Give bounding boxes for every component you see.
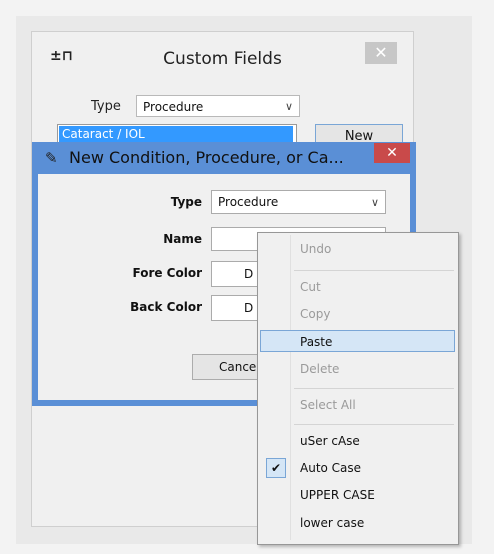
menu-item-label: lower case xyxy=(300,516,365,530)
list-item[interactable]: Cataract / IOL xyxy=(59,126,293,143)
fore-color-label: Fore Color xyxy=(132,266,202,280)
custom-fields-titlebar[interactable]: ±⊓ Custom Fields ✕ xyxy=(32,32,413,84)
dialog-close-button[interactable]: ✕ xyxy=(374,143,410,163)
type-select[interactable]: Procedure ∨ xyxy=(136,95,300,117)
menu-item-label: Copy xyxy=(300,307,331,321)
custom-fields-title: Custom Fields xyxy=(163,49,282,69)
menu-item-label: Delete xyxy=(300,362,340,376)
dialog-titlebar[interactable]: ✎ New Condition, Procedure, or Ca... ✕ xyxy=(32,142,416,174)
menu-item-label: Cut xyxy=(300,280,321,294)
type-select-value: Procedure xyxy=(218,195,279,209)
menu-item-user-case[interactable]: uSer cAse xyxy=(260,430,455,452)
notepad-icon: ✎ xyxy=(45,149,58,167)
chevron-down-icon[interactable]: ∨ xyxy=(285,96,293,118)
type-label: Type xyxy=(91,99,121,114)
menu-item-label: UPPER CASE xyxy=(300,488,375,502)
menu-separator xyxy=(294,270,454,271)
type-label: Type xyxy=(170,195,202,209)
dialog-title: New Condition, Procedure, or Ca... xyxy=(69,148,344,167)
menu-item-lower-case[interactable]: lower case xyxy=(260,512,455,534)
menu-item-paste[interactable]: Paste xyxy=(260,330,455,352)
name-label: Name xyxy=(163,232,202,246)
menu-item-select-all[interactable]: Select All xyxy=(260,394,455,416)
close-button[interactable]: ✕ xyxy=(365,42,397,64)
menu-item-copy[interactable]: Copy xyxy=(260,303,455,325)
context-menu: Undo Cut Copy Paste Delete Select All uS… xyxy=(257,232,459,545)
menu-item-upper-case[interactable]: UPPER CASE xyxy=(260,484,455,506)
menu-item-delete[interactable]: Delete xyxy=(260,358,455,380)
checkmark-icon: ✔ xyxy=(266,458,286,478)
menu-item-label: Auto Case xyxy=(300,461,362,475)
menu-separator xyxy=(294,424,454,425)
type-select[interactable]: Procedure ∨ xyxy=(211,190,386,214)
chevron-down-icon[interactable]: ∨ xyxy=(371,192,379,214)
type-select-value: Procedure xyxy=(143,100,204,114)
menu-item-label: Select All xyxy=(300,398,356,412)
back-color-label: Back Color xyxy=(130,300,202,314)
menu-item-label: Undo xyxy=(300,242,332,256)
menu-item-auto-case[interactable]: ✔ Auto Case xyxy=(260,457,455,479)
menu-item-undo[interactable]: Undo xyxy=(260,238,455,260)
menu-item-cut[interactable]: Cut xyxy=(260,276,455,298)
menu-item-label: uSer cAse xyxy=(300,434,360,448)
menu-item-label: Paste xyxy=(300,335,333,349)
menu-separator xyxy=(294,388,454,389)
